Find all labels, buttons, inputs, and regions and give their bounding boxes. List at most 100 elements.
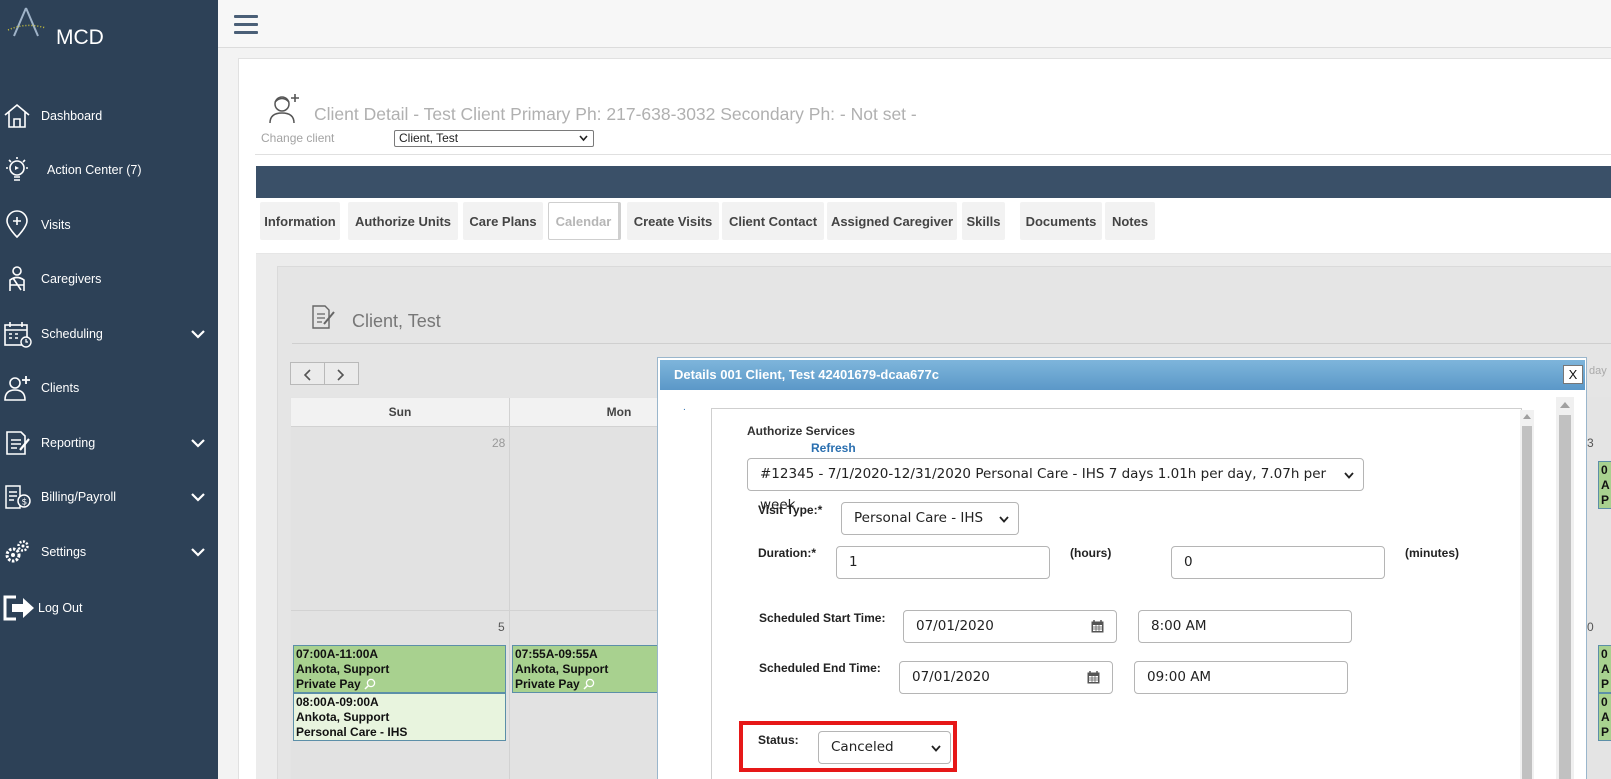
sidebar-item-label: Caregivers — [41, 272, 102, 286]
duration-hours-input[interactable]: 1 — [836, 546, 1050, 579]
visit-type-label: Visit Type:* — [758, 503, 823, 517]
tab-calendar[interactable]: Calendar — [548, 202, 621, 240]
event-time: 07:00A-11:00A — [296, 647, 379, 661]
document-edit-icon — [312, 305, 335, 329]
search-icon[interactable] — [364, 678, 376, 690]
chevron-down-icon — [191, 493, 205, 502]
start-time-input[interactable]: 8:00 AM — [1138, 610, 1352, 643]
calendar-icon[interactable] — [1087, 671, 1100, 684]
calendar-event[interactable]: 07:00A-11:00A Ankota, Support Private Pa… — [293, 645, 506, 693]
section-header-bar — [256, 166, 1611, 198]
sidebar-item-clients[interactable]: Clients — [0, 368, 218, 408]
event-caregiver: Ankota, Support — [515, 662, 609, 676]
divider — [255, 154, 1611, 155]
chevron-right-icon — [337, 369, 345, 381]
calendar-day-cell[interactable] — [291, 427, 510, 611]
start-date-input[interactable]: 07/01/2020 — [903, 610, 1117, 643]
minutes-unit-label: (minutes) — [1405, 546, 1459, 560]
divider — [292, 343, 1611, 344]
tab-skills[interactable]: Skills — [962, 202, 1005, 240]
end-time-input[interactable]: 09:00 AM — [1134, 661, 1348, 694]
dialog-scrollbar[interactable] — [1556, 397, 1574, 779]
day-number: 3 — [1587, 436, 1594, 450]
chevron-left-icon — [303, 369, 311, 381]
close-button[interactable]: X — [1563, 365, 1583, 384]
chevron-down-icon — [579, 135, 588, 142]
calendar-event-partial[interactable]: 0AP — [1598, 693, 1611, 741]
home-icon — [4, 103, 30, 128]
calendar-event[interactable]: 08:00A-09:00A Ankota, Support Personal C… — [293, 693, 506, 741]
sidebar-item-visits[interactable]: Visits — [0, 205, 218, 245]
event-type: Private Pay — [296, 677, 361, 691]
brand-name: MCD — [56, 26, 104, 49]
sidebar-item-label: Log Out — [38, 601, 83, 615]
svg-text:$: $ — [22, 498, 28, 508]
scrollbar-thumb[interactable] — [1559, 415, 1571, 779]
end-date-value: 07/01/2020 — [912, 669, 990, 685]
change-client-value: Client, Test — [399, 131, 459, 145]
sidebar-item-dashboard[interactable]: Dashboard — [0, 96, 218, 136]
start-time-label: Scheduled Start Time: — [759, 611, 886, 625]
sidebar-item-label: Visits — [41, 218, 71, 232]
calendar-icon — [4, 322, 32, 348]
authorization-select[interactable]: #12345 - 7/1/2020-12/31/2020 Personal Ca… — [747, 458, 1364, 513]
day-number: 5 — [498, 620, 505, 634]
event-fragment: 0 — [1601, 463, 1608, 477]
sidebar-item-label: Action Center (7) — [47, 163, 142, 177]
sidebar-item-label: Billing/Payroll — [41, 490, 117, 504]
sidebar-item-caregivers[interactable]: Caregivers — [0, 259, 218, 299]
event-fragment: A — [1601, 478, 1610, 492]
end-date-input[interactable]: 07/01/2020 — [899, 661, 1113, 694]
refresh-link[interactable]: Refresh — [811, 441, 856, 455]
event-time: 08:00A-09:00A — [296, 695, 379, 709]
chevron-down-icon — [999, 516, 1009, 523]
change-client-select[interactable]: Client, Test — [394, 130, 594, 147]
calendar-event-partial[interactable]: 0AP — [1598, 645, 1611, 693]
scroll-up-icon[interactable] — [1560, 401, 1570, 408]
calendar-event-partial[interactable]: 0AP — [1598, 461, 1611, 509]
sidebar-item-label: Settings — [41, 545, 87, 559]
sidebar-item-scheduling[interactable]: Scheduling — [0, 314, 218, 354]
form-scrollbar[interactable] — [1520, 410, 1534, 779]
calendar-icon[interactable] — [1091, 620, 1104, 633]
tab-information[interactable]: Information — [260, 202, 340, 240]
sidebar-item-billing-payroll[interactable]: $ Billing/Payroll — [0, 477, 218, 517]
top-bar — [218, 0, 1611, 48]
authorize-services-label: Authorize Services — [747, 424, 856, 438]
calendar-event[interactable]: 07:55A-09:55A Ankota, Support Private Pa… — [512, 645, 662, 693]
tab-notes[interactable]: Notes — [1105, 202, 1155, 240]
scrollbar-thumb[interactable] — [1522, 426, 1532, 779]
lightbulb-icon — [6, 157, 28, 181]
search-icon[interactable] — [583, 678, 595, 690]
sidebar-item-action-center[interactable]: Action Center (7) — [0, 150, 218, 190]
day-number: 0 — [1587, 620, 1594, 634]
app-root: MCD Dashboard Action Center (7) Visits C… — [0, 0, 1611, 779]
calendar-prev-button[interactable] — [290, 362, 325, 385]
menu-toggle-icon[interactable] — [234, 15, 258, 35]
sidebar-item-settings[interactable]: Settings — [0, 532, 218, 572]
event-fragment: 0 — [1601, 695, 1608, 709]
client-detail-icon — [269, 94, 299, 124]
sidebar-item-reporting[interactable]: Reporting — [0, 423, 218, 463]
sidebar-item-label: Scheduling — [41, 327, 103, 341]
event-type: Private Pay — [515, 677, 580, 691]
visit-type-select[interactable]: Personal Care - IHS — [841, 502, 1019, 535]
sidebar-item-label: Reporting — [41, 436, 96, 450]
tab-care-plans[interactable]: Care Plans — [463, 202, 543, 240]
duration-minutes-input[interactable]: 0 — [1171, 546, 1385, 579]
calendar-title: Client, Test — [352, 311, 441, 331]
scroll-up-icon[interactable] — [1523, 413, 1531, 419]
dialog-title: Details 001 Client, Test 42401679-dcaa67… — [660, 360, 1585, 390]
tab-authorize-units[interactable]: Authorize Units — [348, 202, 458, 240]
calendar-view-label-fragment: day — [1589, 365, 1607, 377]
change-client-label: Change client — [261, 131, 335, 145]
event-time: 07:55A-09:55A — [515, 647, 598, 661]
end-time-label: Scheduled End Time: — [759, 661, 881, 675]
tab-assigned-caregiver[interactable]: Assigned Caregiver — [827, 202, 957, 240]
duration-label: Duration:* — [758, 546, 816, 560]
calendar-next-button[interactable] — [324, 362, 359, 385]
tab-documents[interactable]: Documents — [1020, 202, 1102, 240]
sidebar-item-logout[interactable]: Log Out — [0, 588, 218, 628]
tab-client-contact[interactable]: Client Contact — [722, 202, 824, 240]
tab-create-visits[interactable]: Create Visits — [627, 202, 719, 240]
